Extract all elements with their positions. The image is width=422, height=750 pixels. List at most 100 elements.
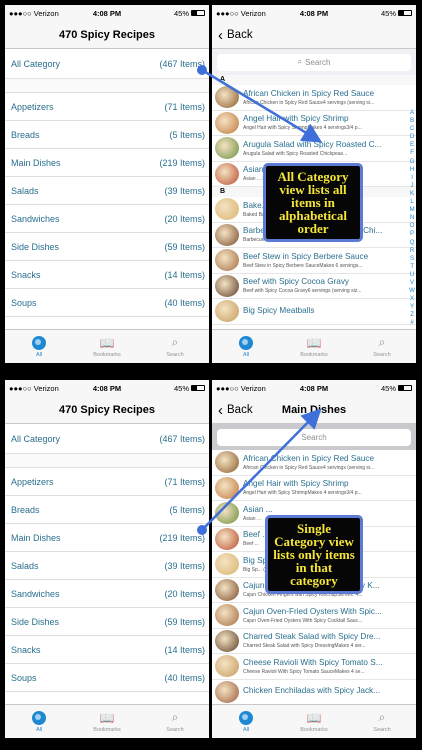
category-name: Main Dishes xyxy=(11,157,61,168)
category-row[interactable]: Appetizers (71 Items) xyxy=(5,93,209,121)
index-letter[interactable]: Q xyxy=(410,239,415,247)
category-row[interactable]: Soups (40 Items) xyxy=(5,289,209,317)
index-letter[interactable]: S xyxy=(410,255,414,263)
category-count: (40 Items) xyxy=(164,297,205,308)
index-letter[interactable]: C xyxy=(410,125,414,133)
index-letter[interactable]: W xyxy=(409,287,415,295)
nav-bar: 470 Spicy Recipes xyxy=(5,396,209,424)
index-letter[interactable]: O xyxy=(410,222,415,230)
category-count: (40 Items) xyxy=(164,672,205,683)
index-letter[interactable]: X xyxy=(410,295,414,303)
index-letter[interactable]: L xyxy=(410,198,413,206)
index-letter[interactable]: F xyxy=(410,149,414,157)
index-letter[interactable]: A xyxy=(410,109,414,117)
index-letter[interactable]: Z xyxy=(410,311,414,319)
back-button[interactable]: ‹ Back xyxy=(218,396,253,424)
index-letter[interactable]: V xyxy=(410,279,414,287)
category-name: Breads xyxy=(11,129,40,140)
search-icon: ⌕ xyxy=(378,710,386,724)
index-letter[interactable]: I xyxy=(411,174,413,182)
category-count: (39 Items) xyxy=(164,185,205,196)
page-title: 470 Spicy Recipes xyxy=(58,403,155,416)
back-button[interactable]: ‹ Back xyxy=(218,21,253,49)
category-count: (5 Items) xyxy=(169,129,205,140)
recipe-thumbnail xyxy=(215,553,239,576)
category-row[interactable]: Side Dishes (59 Items) xyxy=(5,608,209,636)
category-row[interactable]: Salads (39 Items) xyxy=(5,552,209,580)
list-item[interactable]: Angel Hair with Spicy Shrimp Angel Hair w… xyxy=(212,476,416,501)
tab-bookmarks[interactable]: 📖 Bookmarks xyxy=(73,705,141,738)
tab-bookmarks[interactable]: 📖 Bookmarks xyxy=(280,330,348,363)
tab-all[interactable]: All xyxy=(5,330,73,363)
category-row[interactable]: Breads (5 Items) xyxy=(5,496,209,524)
category-row[interactable]: Soups (40 Items) xyxy=(5,664,209,692)
index-letter[interactable]: K xyxy=(410,190,414,198)
callout-single-category: Single Category view lists only items in… xyxy=(265,515,363,594)
category-row[interactable]: Salads (39 Items) xyxy=(5,177,209,205)
category-row[interactable]: Sandwiches (20 Items) xyxy=(5,205,209,233)
index-letter[interactable]: U xyxy=(410,271,414,279)
index-letter[interactable]: J xyxy=(411,182,414,190)
list-item[interactable]: Cajun Oven-Fried Oysters With Spic... Caj… xyxy=(212,603,416,629)
index-letter[interactable]: Y xyxy=(410,303,414,311)
category-name: Sandwiches xyxy=(11,588,60,599)
category-row[interactable]: Appetizers (71 Items) xyxy=(5,468,209,496)
tab-all[interactable]: All xyxy=(212,705,280,738)
category-count: (467 Items) xyxy=(159,433,205,444)
tab-search[interactable]: ⌕ Search xyxy=(348,705,416,738)
index-letter[interactable]: D xyxy=(410,133,414,141)
category-count: (14 Items) xyxy=(164,269,205,280)
index-letter[interactable]: P xyxy=(410,230,414,238)
list-item[interactable]: African Chicken in Spicy Red Sauce Africa… xyxy=(212,450,416,476)
category-row[interactable]: Main Dishes (219 Items) xyxy=(5,149,209,177)
index-letter[interactable]: B xyxy=(410,117,414,125)
tab-search[interactable]: ⌕ Search xyxy=(141,705,209,738)
alphabet-index[interactable]: A B C D E F G H I J K L M N O P Q R S T U V W X Y Z # xyxy=(409,109,415,328)
list-item[interactable]: Big Spicy Meatballs xyxy=(212,299,416,325)
recipe-thumbnail xyxy=(215,198,239,221)
index-letter[interactable]: T xyxy=(410,263,414,271)
category-row[interactable]: Sandwiches (20 Items) xyxy=(5,580,209,608)
index-letter[interactable]: G xyxy=(410,158,415,166)
list-item[interactable]: Angel Hair with Spicy Shrimp Angel Hair w… xyxy=(212,111,416,136)
category-row[interactable]: Snacks (14 Items) xyxy=(5,261,209,289)
tab-bar: All 📖 Bookmarks ⌕ Search xyxy=(5,704,209,738)
list-item[interactable]: African Chicken in Spicy Red Sauce Africa… xyxy=(212,85,416,111)
category-row[interactable]: All Category (467 Items) xyxy=(5,49,209,79)
recipe-thumbnail xyxy=(215,604,239,627)
index-letter[interactable]: R xyxy=(410,247,414,255)
index-letter[interactable]: E xyxy=(410,141,414,149)
list-item[interactable]: Beef with Spicy Cocoa Gravy Beef with Spi… xyxy=(212,274,416,299)
tab-all[interactable]: All xyxy=(212,330,280,363)
tab-bookmarks[interactable]: 📖 Bookmarks xyxy=(280,705,348,738)
category-row[interactable]: Side Dishes (59 Items) xyxy=(5,233,209,261)
category-row[interactable]: Snacks (14 Items) xyxy=(5,636,209,664)
list-item[interactable]: Charred Steak Salad with Spicy Dre... Cha… xyxy=(212,629,416,654)
category-row[interactable]: Main Dishes (219 Items) xyxy=(5,524,209,552)
category-count: (219 Items) xyxy=(159,157,205,168)
index-letter[interactable]: M xyxy=(410,206,415,214)
phone-screen-categories-2: ●●●○○ Verizon 4:08 PM 45% 470 Spicy Reci… xyxy=(5,380,209,738)
list-item[interactable]: Chicken Enchiladas with Spicy Jack... xyxy=(212,680,416,705)
list-item[interactable]: Cheese Ravioli With Spicy Tomato S... Che… xyxy=(212,654,416,680)
category-count: (219 Items) xyxy=(159,532,205,543)
index-letter[interactable]: N xyxy=(410,214,414,222)
search-input[interactable]: ⌕ Search xyxy=(217,53,411,71)
search-icon: ⌕ xyxy=(297,57,303,66)
search-input[interactable]: Search xyxy=(217,428,411,446)
list-item[interactable]: Beef Stew in Spicy Berbere Sauce Beef Ste… xyxy=(212,248,416,274)
tab-search[interactable]: ⌕ Search xyxy=(348,330,416,363)
tab-all[interactable]: All xyxy=(5,705,73,738)
index-letter[interactable]: # xyxy=(410,319,413,327)
tab-bookmarks[interactable]: 📖 Bookmarks xyxy=(73,330,141,363)
tab-label: All xyxy=(242,726,250,733)
tab-search[interactable]: ⌕ Search xyxy=(141,330,209,363)
list-item[interactable]: Arugula Salad with Spicy Roasted C... Aru… xyxy=(212,136,416,162)
page-title: 470 Spicy Recipes xyxy=(58,28,155,41)
category-row[interactable]: All Category (467 Items) xyxy=(5,424,209,454)
status-bar: ●●●○○ Verizon 4:08 PM 45% xyxy=(5,380,209,396)
category-row[interactable]: Breads (5 Items) xyxy=(5,121,209,149)
index-letter[interactable]: H xyxy=(410,166,414,174)
recipe-thumbnail xyxy=(215,249,239,272)
clock: 4:08 PM xyxy=(92,8,122,18)
